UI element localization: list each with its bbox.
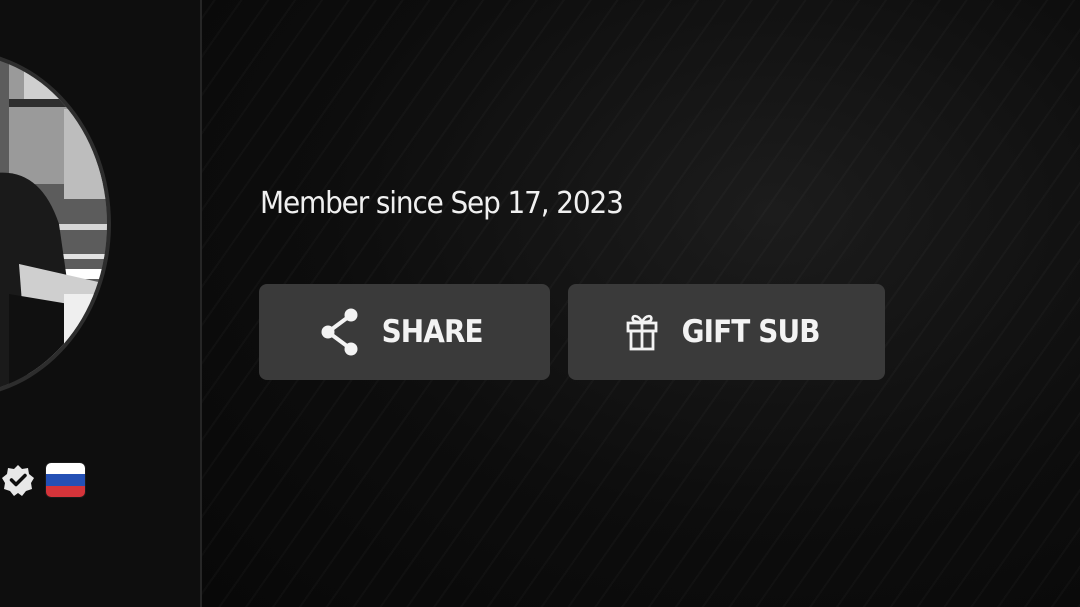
- share-label: SHARE: [381, 314, 484, 350]
- profile-badges: [0, 462, 85, 498]
- avatar-photo: [0, 54, 107, 394]
- verified-badge-icon: [0, 462, 36, 498]
- avatar[interactable]: [0, 50, 111, 398]
- gift-sub-label: GIFT SUB: [681, 314, 821, 350]
- profile-sidebar: [0, 0, 200, 607]
- gift-icon: [626, 312, 658, 352]
- share-button[interactable]: SHARE: [259, 284, 550, 380]
- profile-header: Member since Sep 17, 2023 SHARE GIFT SUB: [202, 0, 1080, 607]
- gift-sub-button[interactable]: GIFT SUB: [568, 284, 885, 380]
- share-icon: [320, 307, 360, 357]
- russia-flag-icon: [46, 463, 85, 497]
- member-since-text: Member since Sep 17, 2023: [260, 186, 624, 221]
- profile-page: Member since Sep 17, 2023 SHARE GIFT SUB: [0, 0, 1080, 607]
